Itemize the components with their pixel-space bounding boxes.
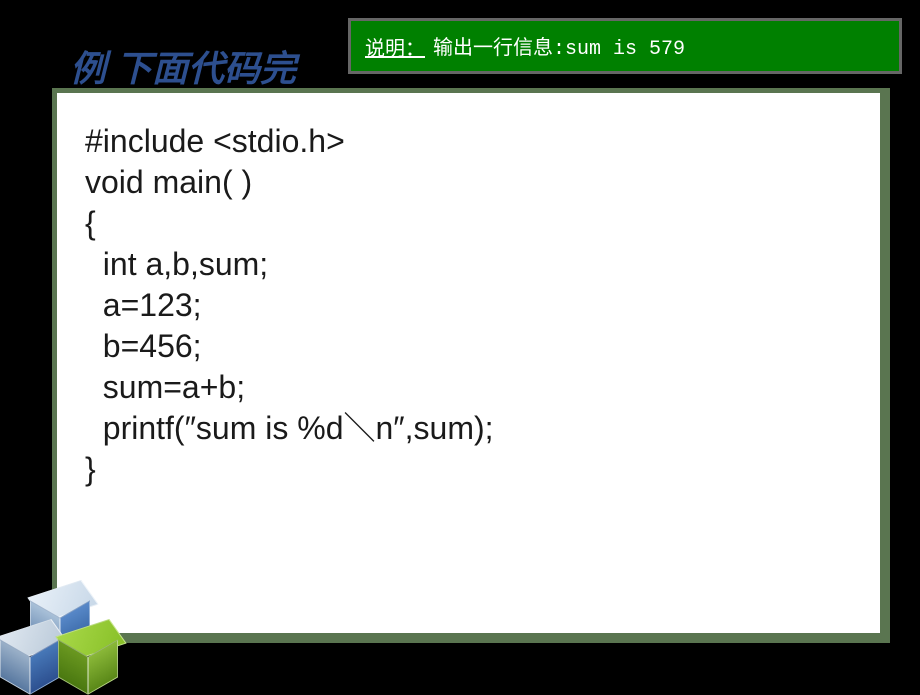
code-line: { (85, 205, 96, 241)
explanation-label: 说明： (365, 32, 425, 61)
code-line: a=123; (85, 287, 202, 323)
code-line: } (85, 451, 96, 487)
explanation-text: 输出一行信息:sum is 579 (433, 31, 685, 61)
slide-title: 例 下面代码完 (70, 40, 296, 92)
code-line: int a,b,sum; (85, 246, 268, 282)
code-line: sum=a+b; (85, 369, 245, 405)
code-content: #include <stdio.h> void main( ) { int a,… (85, 121, 852, 490)
explanation-box: 说明： 输出一行信息:sum is 579 (348, 18, 902, 74)
code-line: void main( ) (85, 164, 252, 200)
code-line: #include <stdio.h> (85, 123, 345, 159)
code-line: b=456; (85, 328, 202, 364)
code-box: #include <stdio.h> void main( ) { int a,… (57, 93, 880, 633)
code-line: printf(″sum is %d＼n″,sum); (85, 410, 494, 446)
cubes-decoration (0, 530, 180, 690)
